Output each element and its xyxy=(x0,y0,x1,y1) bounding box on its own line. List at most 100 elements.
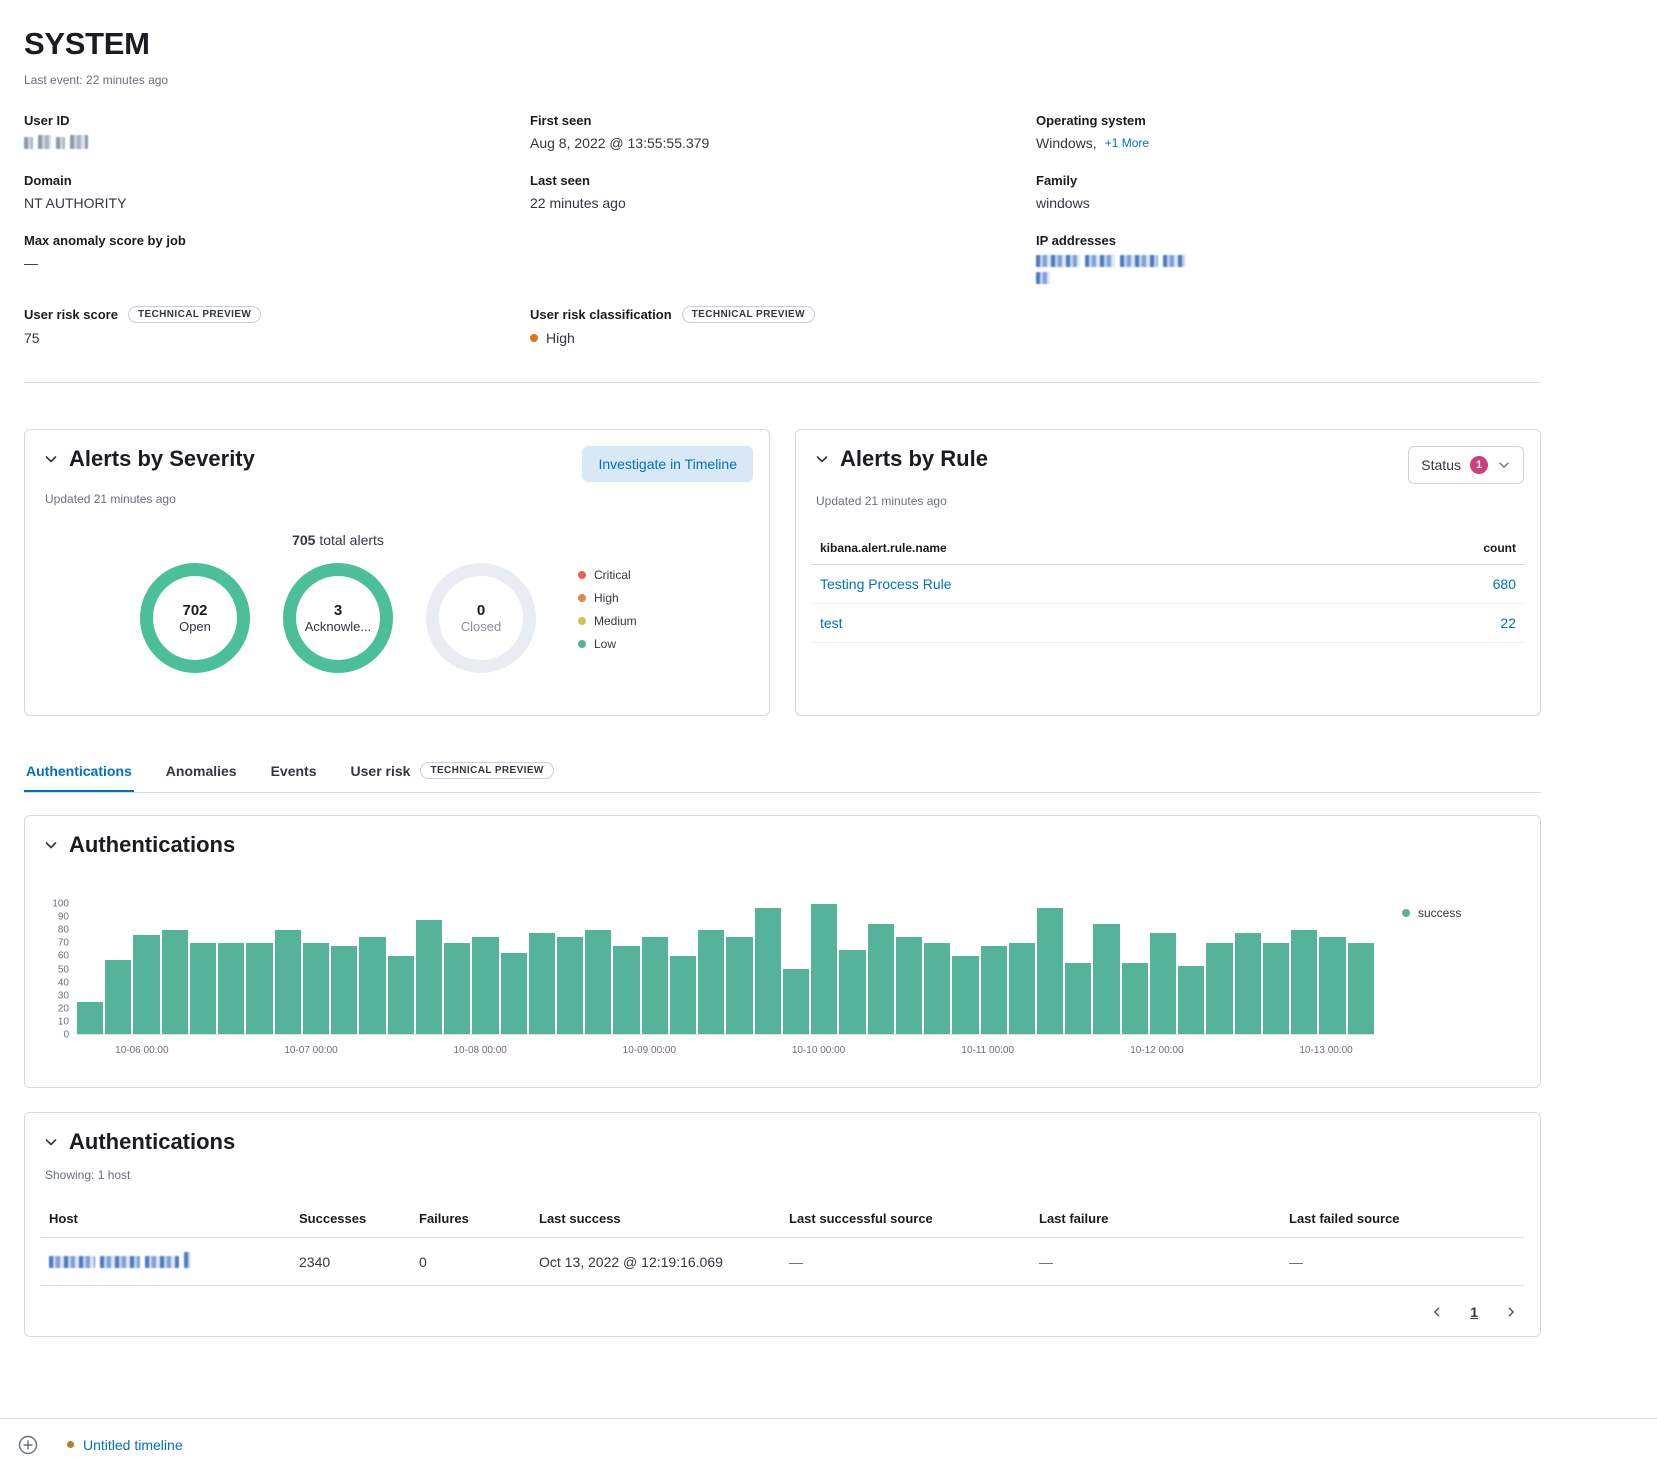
column-header-successes[interactable]: Successes xyxy=(291,1200,411,1238)
alerts-by-rule-panel: Alerts by Rule Status 1 Updated 21 minut… xyxy=(795,429,1541,716)
tab-events[interactable]: Events xyxy=(269,753,319,792)
column-header-host[interactable]: Host xyxy=(41,1200,291,1238)
tab-anomalies[interactable]: Anomalies xyxy=(164,753,239,792)
user-id-label: User ID xyxy=(24,113,70,128)
legend-item-high: High xyxy=(578,591,637,605)
alerts-by-rule-title: Alerts by Rule xyxy=(840,446,988,472)
rule-row: test 22 xyxy=(812,604,1524,643)
timeline-label: Untitled timeline xyxy=(83,1437,183,1453)
legend-item-critical: Critical xyxy=(578,568,637,582)
legend-dot xyxy=(578,640,586,648)
timeline-status-dot xyxy=(67,1441,74,1448)
collapse-chevron-icon[interactable] xyxy=(41,1132,61,1152)
donut-label: Open xyxy=(179,619,211,634)
tab-user-risk[interactable]: User riskTECHNICAL PREVIEW xyxy=(349,752,556,792)
field-last-seen: Last seen 22 minutes ago xyxy=(530,173,1036,211)
rule-row: Testing Process Rule 680 xyxy=(812,565,1524,604)
redacted-ip-addresses xyxy=(1036,255,1186,284)
user-risk-classification-value: High xyxy=(546,330,575,346)
y-tick-label: 60 xyxy=(58,951,69,962)
chart-bar xyxy=(557,937,583,1035)
os-more-link[interactable]: +1 More xyxy=(1105,136,1149,150)
chart-bar xyxy=(416,920,442,1034)
total-alerts-label: total alerts xyxy=(319,532,384,548)
add-timeline-icon[interactable] xyxy=(17,1434,39,1456)
collapse-chevron-icon[interactable] xyxy=(41,835,61,855)
chart-bar xyxy=(642,937,668,1035)
user-risk-score-value: 75 xyxy=(24,330,40,346)
field-operating-system: Operating system Windows, +1 More xyxy=(1036,113,1541,151)
cell-last-success: Oct 13, 2022 @ 12:19:16.069 xyxy=(531,1238,781,1286)
chart-bar xyxy=(1065,963,1091,1035)
auth-chart: 0102030405060708090100 success xyxy=(41,904,1524,1035)
operating-system-value: Windows, xyxy=(1036,135,1097,151)
last-event-text: Last event: 22 minutes ago xyxy=(24,73,1541,87)
chart-bar xyxy=(783,969,809,1034)
status-filter-dropdown[interactable]: Status 1 xyxy=(1408,446,1524,484)
investigate-in-timeline-button[interactable]: Investigate in Timeline xyxy=(582,446,753,482)
cell-last-failure: — xyxy=(1031,1238,1281,1286)
technical-preview-badge: TECHNICAL PREVIEW xyxy=(128,306,261,323)
field-ip-addresses: IP addresses xyxy=(1036,233,1541,284)
x-tick-label: 10-10 00:00 xyxy=(792,1045,845,1056)
rule-name-link[interactable]: test xyxy=(820,615,843,631)
chart-bar xyxy=(246,943,272,1034)
severity-legend: CriticalHighMediumLow xyxy=(578,568,637,673)
chart-bar xyxy=(529,933,555,1034)
x-tick-label: 10-12 00:00 xyxy=(1130,1045,1183,1056)
chart-bar xyxy=(868,924,894,1035)
tab-authentications[interactable]: Authentications xyxy=(24,753,134,792)
cell-last-failed-source: — xyxy=(1281,1238,1524,1286)
chart-bar xyxy=(839,950,865,1035)
donut-value: 3 xyxy=(334,602,342,619)
first-seen-value: Aug 8, 2022 @ 13:55:55.379 xyxy=(530,135,709,151)
redaction-chunk xyxy=(1036,272,1050,284)
tabs: Authentications Anomalies Events User riskT… xyxy=(24,752,1541,793)
rule-count-link[interactable]: 22 xyxy=(1500,615,1516,631)
collapse-chevron-icon[interactable] xyxy=(812,449,832,469)
column-header-last-failed-source[interactable]: Last failed source xyxy=(1281,1200,1524,1238)
page-header: SYSTEM Last event: 22 minutes ago xyxy=(24,26,1541,87)
x-tick-label: 10-13 00:00 xyxy=(1299,1045,1352,1056)
y-tick-label: 30 xyxy=(58,990,69,1001)
chart-bar xyxy=(585,930,611,1034)
alerts-rule-table: kibana.alert.rule.name count Testing Pro… xyxy=(812,532,1524,643)
column-header-last-success[interactable]: Last success xyxy=(531,1200,781,1238)
x-tick-label: 10-06 00:00 xyxy=(115,1045,168,1056)
total-alerts-value: 705 xyxy=(292,532,315,548)
chart-bar xyxy=(1093,924,1119,1035)
chart-bar xyxy=(811,904,837,1034)
column-header-last-failure[interactable]: Last failure xyxy=(1031,1200,1281,1238)
severity-donut-acknowle: 3Acknowle... xyxy=(283,563,393,673)
status-count-badge: 1 xyxy=(1470,456,1488,474)
rule-name-link[interactable]: Testing Process Rule xyxy=(820,576,952,592)
field-user-id: User ID xyxy=(24,113,530,151)
redaction-chunk xyxy=(1085,255,1115,267)
rule-count-link[interactable]: 680 xyxy=(1493,576,1516,592)
chart-bar xyxy=(162,930,188,1034)
auth-table-head-row: HostSuccessesFailuresLast successLast su… xyxy=(41,1200,1524,1238)
risk-classification-dot xyxy=(530,334,538,342)
legend-dot xyxy=(578,617,586,625)
next-page-button[interactable] xyxy=(1504,1305,1518,1319)
column-header-last-successful-source[interactable]: Last successful source xyxy=(781,1200,1031,1238)
legend-dot xyxy=(578,571,586,579)
redaction-chunk xyxy=(1163,255,1185,267)
legend-dot xyxy=(578,594,586,602)
cell-last-successful-source: — xyxy=(781,1238,1031,1286)
legend-dot xyxy=(1402,909,1410,917)
collapse-chevron-icon[interactable] xyxy=(41,449,61,469)
technical-preview-badge: TECHNICAL PREVIEW xyxy=(682,306,815,323)
field-user-risk-classification: User risk classification TECHNICAL PREVI… xyxy=(530,306,1036,346)
severity-donuts: 702Open3Acknowle...0Closed xyxy=(140,563,536,673)
chart-bar xyxy=(105,960,131,1034)
previous-page-button[interactable] xyxy=(1430,1305,1444,1319)
y-tick-label: 70 xyxy=(58,938,69,949)
tab-label: Authentications xyxy=(26,763,132,779)
untitled-timeline-link[interactable]: Untitled timeline xyxy=(67,1437,183,1453)
page-number[interactable]: 1 xyxy=(1470,1304,1478,1320)
status-label: Status xyxy=(1421,457,1461,473)
column-header-failures[interactable]: Failures xyxy=(411,1200,531,1238)
chevron-down-icon xyxy=(1497,458,1511,472)
redaction-chunk xyxy=(24,137,33,149)
